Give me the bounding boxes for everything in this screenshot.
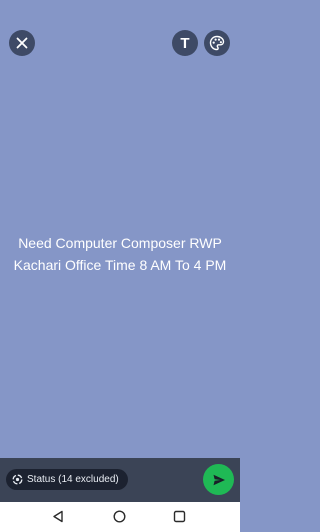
close-button[interactable] [9, 30, 35, 56]
text-tool-label: T [180, 34, 190, 52]
palette-icon [209, 35, 225, 51]
status-text-canvas[interactable]: T Need Computer Composer RWP Kachari Off… [0, 0, 240, 458]
status-audience-button[interactable]: Status (14 excluded) [6, 469, 128, 490]
status-audience-label: Status (14 excluded) [27, 474, 119, 485]
home-circle-icon[interactable] [113, 510, 126, 528]
back-triangle-icon[interactable] [52, 510, 64, 528]
recent-square-icon[interactable] [173, 510, 186, 528]
close-icon [16, 37, 28, 49]
status-text-content[interactable]: Need Computer Composer RWP Kachari Offic… [10, 232, 230, 276]
send-button[interactable] [203, 464, 234, 495]
send-arrow-icon [213, 474, 225, 485]
system-navigation-bar [0, 502, 240, 532]
status-ring-icon [12, 474, 23, 485]
color-palette-button[interactable] [204, 30, 230, 56]
text-style-button[interactable]: T [172, 30, 198, 56]
